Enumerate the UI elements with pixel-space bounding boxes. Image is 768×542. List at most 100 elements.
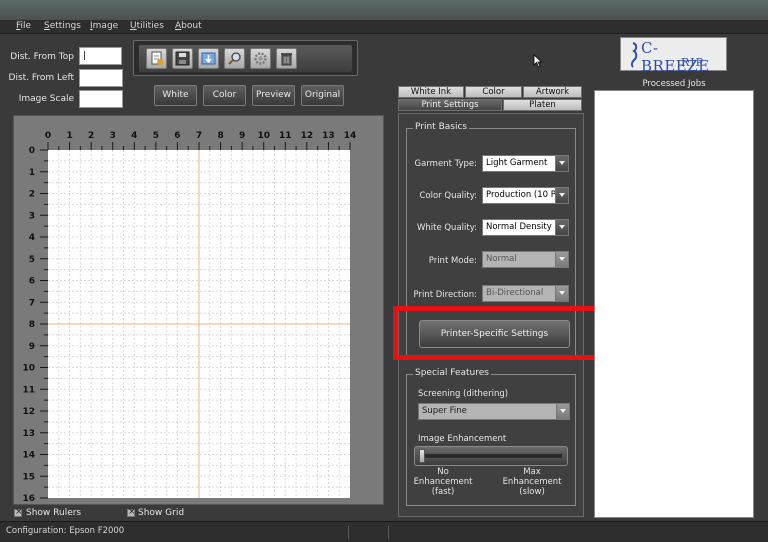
menu-settings[interactable]: Settings [44,21,81,31]
logo: C-BREEZE RIP [620,37,727,75]
garment-type-select[interactable]: Light Garment [482,155,569,172]
seahorse-logo-icon [630,42,638,68]
ruler-label-x: 1 [66,131,72,141]
image-enhancement-label: Image Enhancement [418,434,507,444]
slider-thumb[interactable] [419,449,425,463]
ruler-label-x: 6 [174,131,180,141]
ruler-label-x: 0 [45,131,51,141]
tab-print-settings[interactable]: Print Settings [398,99,502,111]
preview-button[interactable]: Preview [252,85,295,106]
ruler-label-y: 6 [29,277,35,287]
status-bar: Configuration: Epson F2000 [0,521,768,542]
gear-icon[interactable] [250,48,271,69]
ruler-label-y: 16 [22,494,35,504]
image-enhancement-slider[interactable] [414,446,568,466]
processed-jobs-title: Processed Jobs [642,79,706,89]
color-view-button[interactable]: Color [203,85,246,106]
print-direction-label: Print Direction: [413,290,477,300]
show-grid-checkbox[interactable] [127,507,136,518]
show-grid-label: Show Grid [138,508,185,518]
highlight-annotation [393,306,599,360]
chevron-down-icon [555,286,568,301]
print-direction-select[interactable]: Bi-Directional [482,285,569,302]
ruler-label-y: 10 [22,364,35,374]
ruler-label-x: 13 [322,131,335,141]
ruler-label-y: 8 [29,320,35,330]
show-rulers-label: Show Rulers [26,508,82,518]
max-enhancement-caption: Max Enhancement (slow) [502,467,562,497]
ruler-label-y: 4 [29,233,35,243]
ruler-label-x: 14 [344,131,357,141]
trash-icon[interactable] [276,48,297,69]
ruler-label-y: 13 [22,429,35,439]
mouse-cursor-icon [533,54,543,68]
ruler-label-x: 4 [131,131,137,141]
ruler-label-y: 7 [29,298,35,308]
white-quality-label: White Quality: [416,223,477,233]
chevron-down-icon [555,220,568,235]
menu-image[interactable]: Image [90,21,118,31]
garment-type-label: Garment Type: [414,159,477,169]
print-basics-title: Print Basics [413,122,470,132]
screening-label: Screening (dithering) [418,389,509,399]
image-scale-label: Image Scale [18,94,74,104]
chevron-down-icon [555,188,568,203]
ruler-grid-canvas[interactable]: 0 1 2 3 4 5 6 7 8 9 10 11 12 13 1401234567891011121314… [14,116,383,504]
image-scale-input[interactable] [79,90,123,108]
ruler-label-x: 8 [217,131,223,141]
dist-top-input[interactable] [79,47,122,65]
ruler-label-x: 3 [110,131,116,141]
menu-file[interactable]: File [16,21,31,31]
ruler-label-y: 11 [22,385,35,395]
ruler-label-x: 2 [88,131,94,141]
chevron-down-icon [556,404,569,419]
logo-line2: RIP [681,56,705,69]
tab-platen[interactable]: Platen [503,99,582,111]
menu-about[interactable]: About [175,21,202,31]
ruler-label-x: 11 [279,131,292,141]
chevron-down-icon [555,252,568,267]
zoom-icon[interactable] [224,48,245,69]
ruler-label-y: 9 [29,342,35,352]
dist-left-label: Dist. From Left [8,73,74,83]
ruler-label-x: 12 [301,131,314,141]
save-icon[interactable] [172,48,193,69]
print-mode-select[interactable]: Normal [482,251,569,268]
ruler-label-y: 14 [22,451,35,461]
tab-white-ink[interactable]: White Ink [398,86,464,98]
tab-color[interactable]: Color [465,86,522,98]
processed-jobs-list[interactable] [594,90,754,518]
ruler-label-y: 2 [29,190,35,200]
print-canvas-panel[interactable]: 0 1 2 3 4 5 6 7 8 9 10 11 12 13 14 0 1 2 3 4 5 6 7 8 9 10 11 12 13 14… [13,115,384,505]
ruler-label-y: 12 [22,407,35,417]
menu-bar: File Settings Image Utilities About [0,20,768,34]
tab-artwork[interactable]: Artwork [523,86,582,98]
ruler-label-y: 5 [29,255,35,265]
ruler-label-y: 15 [22,472,35,482]
ruler-label-x: 9 [239,131,245,141]
ruler-label-y: 0 [29,146,35,156]
color-quality-select[interactable]: Production (10 Pa [482,187,569,204]
menu-utilities[interactable]: Utilities [130,21,164,31]
print-mode-label: Print Mode: [428,256,477,266]
screening-select[interactable]: Super Fine [418,403,570,420]
status-text: Configuration: Epson F2000 [6,526,349,539]
special-features-title: Special Features [413,368,491,378]
white-view-button[interactable]: White [154,85,197,106]
dist-top-label: Dist. From Top [10,52,74,62]
chevron-down-icon [555,156,568,171]
dist-left-input[interactable] [79,69,123,87]
ruler-label-x: 5 [153,131,159,141]
window-title-strip [0,0,768,20]
ruler-label-x: 10 [257,131,270,141]
white-quality-select[interactable]: Normal Density (8 [482,219,569,236]
ruler-label-x: 7 [196,131,202,141]
new-document-icon[interactable] [146,48,167,69]
ruler-label-y: 1 [29,168,35,178]
show-rulers-checkbox[interactable] [14,507,23,518]
color-quality-label: Color Quality: [419,191,477,201]
original-button[interactable]: Original [301,85,344,106]
download-icon[interactable] [198,48,219,69]
min-enhancement-caption: No Enhancement (fast) [413,467,473,497]
ruler-label-y: 3 [29,211,35,221]
